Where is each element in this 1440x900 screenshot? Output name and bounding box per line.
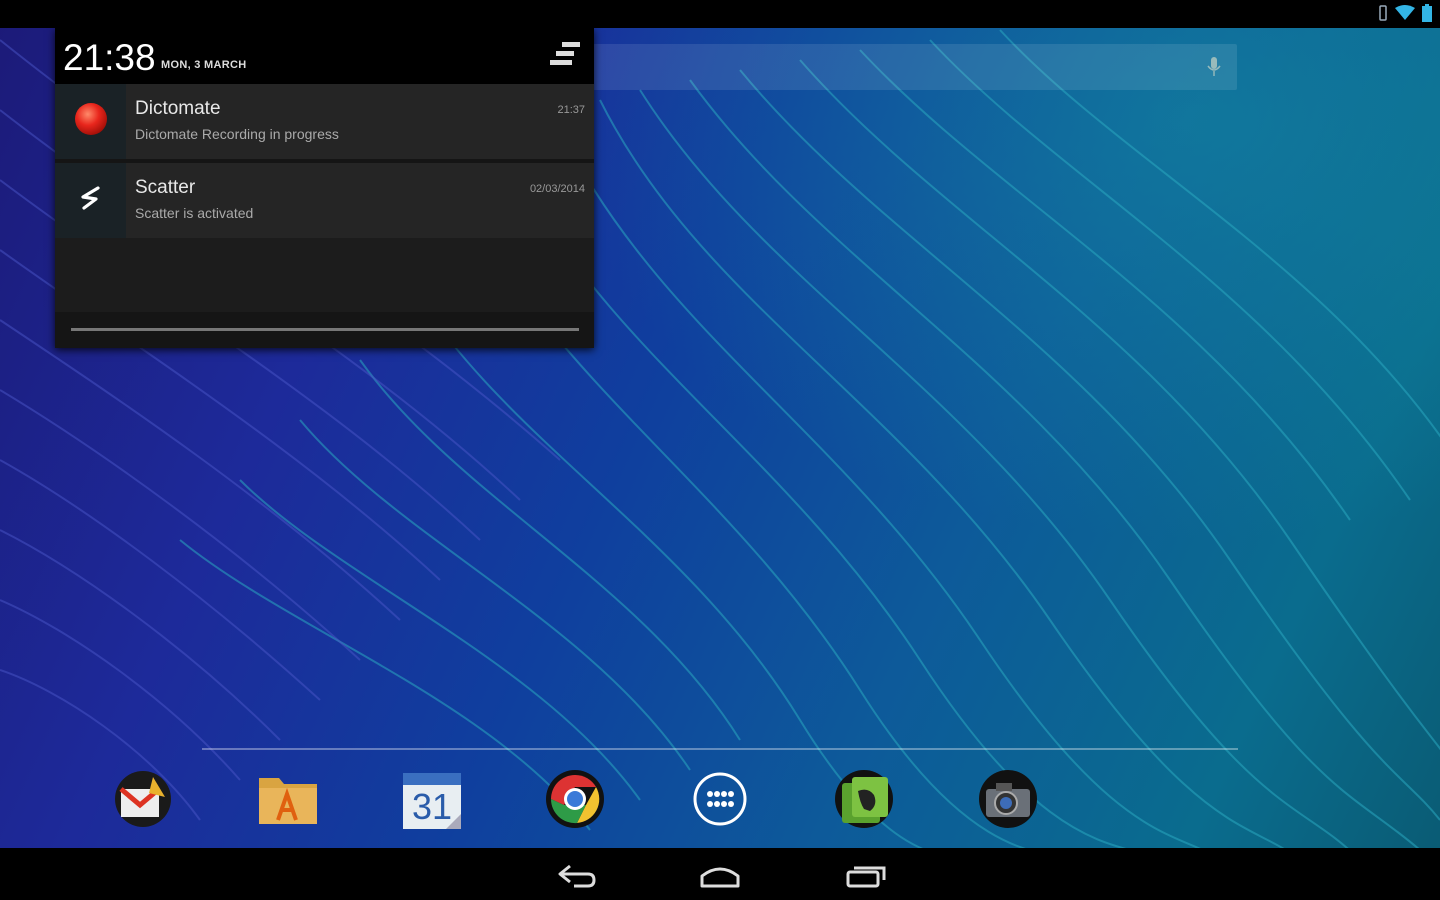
mic-icon[interactable] bbox=[1207, 56, 1221, 83]
dock-app-evernote[interactable] bbox=[834, 769, 894, 834]
folder-icon bbox=[257, 770, 319, 833]
dock-app-chrome[interactable] bbox=[545, 769, 605, 834]
notification-header: 21:38 MON, 3 MARCH bbox=[55, 28, 594, 84]
notification-item-dictomate[interactable]: Dictomate Dictomate Recording in progres… bbox=[55, 84, 594, 159]
status-bar[interactable] bbox=[0, 0, 1440, 28]
notification-time: 02/03/2014 bbox=[529, 183, 585, 195]
dock-app-drawer[interactable] bbox=[690, 770, 750, 832]
chrome-icon bbox=[545, 769, 605, 834]
notification-item-scatter[interactable]: Scatter Scatter is activated 02/03/2014 bbox=[55, 163, 594, 238]
calendar-day: 31 bbox=[412, 786, 453, 827]
dock-app-calendar[interactable]: 31 bbox=[402, 770, 462, 832]
date: MON, 3 MARCH bbox=[161, 59, 247, 71]
notification-text: Dictomate Recording in progress bbox=[135, 126, 339, 142]
panel-drag-handle[interactable] bbox=[71, 328, 579, 331]
notification-panel[interactable]: 21:38 MON, 3 MARCH Dictomate Dictomate R… bbox=[55, 28, 594, 348]
record-icon bbox=[74, 102, 108, 141]
scatter-icon bbox=[76, 183, 106, 218]
dock-divider bbox=[202, 748, 1238, 750]
calendar-icon: 31 bbox=[402, 771, 462, 831]
notification-title: Dictomate bbox=[135, 98, 221, 119]
notification-text: Scatter is activated bbox=[135, 205, 254, 221]
battery-icon bbox=[1422, 4, 1432, 27]
wifi-icon bbox=[1394, 5, 1416, 26]
evernote-icon bbox=[834, 769, 894, 834]
notification-title: Scatter bbox=[135, 177, 196, 198]
clock: 21:38 bbox=[63, 37, 156, 78]
back-icon[interactable] bbox=[552, 858, 600, 892]
recents-icon[interactable] bbox=[842, 858, 890, 892]
notification-icon-box bbox=[55, 84, 126, 159]
notification-icon-box bbox=[55, 163, 126, 238]
notification-time: 21:37 bbox=[557, 104, 585, 116]
dock-app-gmail[interactable] bbox=[113, 770, 173, 832]
google-search-bar[interactable] bbox=[590, 44, 1237, 90]
home-icon[interactable] bbox=[696, 858, 744, 892]
navigation-bar bbox=[0, 848, 1440, 900]
dock-app-camera[interactable] bbox=[978, 769, 1038, 834]
camera-icon bbox=[978, 769, 1038, 834]
clear-all-icon[interactable] bbox=[546, 40, 586, 72]
gmail-icon bbox=[113, 769, 173, 834]
notification-empty-area bbox=[55, 238, 594, 312]
dock-app-file-manager[interactable] bbox=[258, 770, 318, 832]
apps-grid-icon bbox=[691, 770, 749, 833]
vibrate-icon bbox=[1378, 5, 1388, 26]
